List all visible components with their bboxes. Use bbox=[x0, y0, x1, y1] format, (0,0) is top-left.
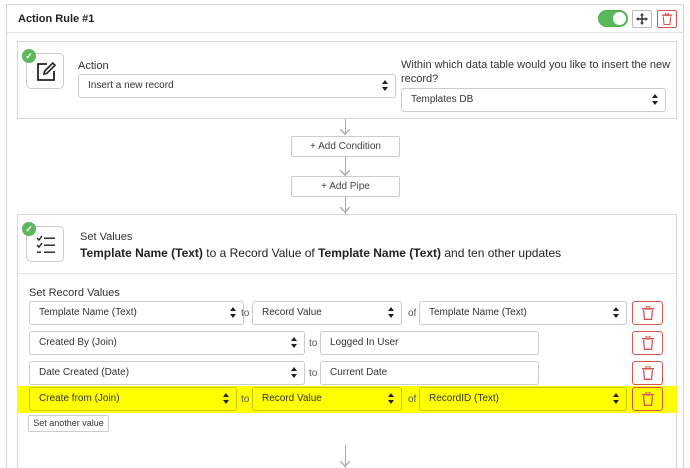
desc-target: Template Name (Text) bbox=[318, 246, 442, 260]
row4-of-label: of bbox=[408, 394, 417, 405]
row3-field-value: Date Created (Date) bbox=[39, 367, 130, 378]
chevron-down-icon bbox=[340, 129, 350, 135]
toggle-knob bbox=[613, 12, 626, 25]
trash-icon bbox=[642, 392, 654, 406]
row1-source-value: Record Value bbox=[262, 307, 322, 318]
row1-source-select[interactable]: Record Value bbox=[252, 301, 402, 325]
move-button[interactable] bbox=[632, 10, 652, 28]
trash-icon bbox=[642, 306, 654, 320]
select-arrows-icon bbox=[613, 307, 620, 319]
row1-target-select[interactable]: Template Name (Text) bbox=[419, 301, 627, 325]
row4-target-value: RecordID (Text) bbox=[429, 393, 500, 404]
row1-field-value: Template Name (Text) bbox=[39, 307, 137, 318]
row4-field-select[interactable]: Create from (Join) bbox=[29, 387, 237, 411]
row4-field-value: Create from (Join) bbox=[39, 393, 120, 404]
select-arrows-icon bbox=[291, 337, 298, 349]
chevron-down-icon bbox=[340, 207, 350, 213]
rule-header: Action Rule #1 bbox=[7, 5, 683, 33]
row4-to-label: to bbox=[241, 394, 250, 405]
set-another-value-button[interactable]: Set another value bbox=[28, 415, 109, 432]
table-select-value: Templates DB bbox=[411, 94, 474, 105]
rule-title: Action Rule #1 bbox=[18, 13, 95, 25]
action-card: ✓ Action Insert a new record Within whic… bbox=[17, 41, 677, 119]
row4-source-select[interactable]: Record Value bbox=[252, 387, 402, 411]
row1-of-label: of bbox=[408, 308, 417, 319]
select-arrows-icon bbox=[388, 393, 395, 405]
select-arrows-icon bbox=[613, 393, 620, 405]
trash-icon bbox=[662, 12, 672, 26]
rule-enabled-toggle[interactable] bbox=[598, 10, 628, 27]
row4-source-value: Record Value bbox=[262, 393, 322, 404]
row3-delete-button[interactable] bbox=[632, 361, 663, 385]
select-arrows-icon bbox=[223, 393, 230, 405]
checklist-icon bbox=[36, 235, 55, 253]
set-values-description: Template Name (Text) to a Record Value o… bbox=[80, 246, 561, 260]
check-icon: ✓ bbox=[22, 222, 36, 236]
row1-to-label: to bbox=[241, 308, 250, 319]
action-select[interactable]: Insert a new record bbox=[78, 74, 396, 98]
table-select[interactable]: Templates DB bbox=[401, 88, 666, 112]
add-condition-button[interactable]: + Add Condition bbox=[291, 136, 400, 157]
select-arrows-icon bbox=[388, 307, 395, 319]
row3-field-select[interactable]: Date Created (Date) bbox=[29, 361, 305, 385]
action-label: Action bbox=[78, 60, 109, 72]
divider bbox=[18, 273, 676, 274]
check-icon: ✓ bbox=[22, 49, 36, 63]
table-question-line1: Within which data table would you like t… bbox=[401, 59, 671, 71]
row2-source-value: Logged In User bbox=[330, 337, 399, 348]
desc-suffix: and ten other updates bbox=[441, 246, 562, 260]
set-values-title: Set Values bbox=[80, 231, 133, 243]
trash-icon bbox=[642, 336, 654, 350]
row2-field-value: Created By (Join) bbox=[39, 337, 117, 348]
row2-delete-button[interactable] bbox=[632, 331, 663, 355]
desc-connector: to a Record Value of bbox=[202, 246, 319, 260]
select-arrows-icon bbox=[291, 367, 298, 379]
row2-to-label: to bbox=[309, 338, 318, 349]
row2-field-select[interactable]: Created By (Join) bbox=[29, 331, 305, 355]
row1-field-select[interactable]: Template Name (Text) bbox=[29, 301, 244, 325]
row1-delete-button[interactable] bbox=[632, 301, 663, 325]
row3-source-value: Current Date bbox=[330, 367, 388, 378]
row2-source-select[interactable]: Logged In User bbox=[320, 331, 539, 355]
delete-rule-button[interactable] bbox=[657, 10, 677, 28]
chevron-down-icon bbox=[340, 461, 350, 467]
row1-target-value: Template Name (Text) bbox=[429, 307, 527, 318]
set-record-values-label: Set Record Values bbox=[29, 287, 120, 299]
select-arrows-icon bbox=[382, 80, 389, 92]
row4-target-select[interactable]: RecordID (Text) bbox=[419, 387, 627, 411]
row4-delete-button[interactable] bbox=[632, 387, 663, 411]
add-pipe-button[interactable]: + Add Pipe bbox=[291, 176, 400, 197]
move-icon bbox=[636, 13, 648, 25]
highlighted-row: Create from (Join) to Record Value of Re… bbox=[17, 386, 677, 413]
table-question-line2: record? bbox=[401, 73, 439, 85]
action-select-value: Insert a new record bbox=[88, 80, 174, 91]
select-arrows-icon bbox=[652, 94, 659, 106]
action-rule-panel: Action Rule #1 ✓ Action Insert a new rec bbox=[6, 4, 684, 468]
set-values-card: ✓ Set Values Template Name (Text) to a R… bbox=[17, 214, 677, 468]
trash-icon bbox=[642, 366, 654, 380]
edit-icon bbox=[37, 61, 57, 81]
desc-field: Template Name (Text) bbox=[80, 246, 203, 260]
row3-source-select[interactable]: Current Date bbox=[320, 361, 539, 385]
select-arrows-icon bbox=[230, 307, 237, 319]
row3-to-label: to bbox=[309, 368, 318, 379]
